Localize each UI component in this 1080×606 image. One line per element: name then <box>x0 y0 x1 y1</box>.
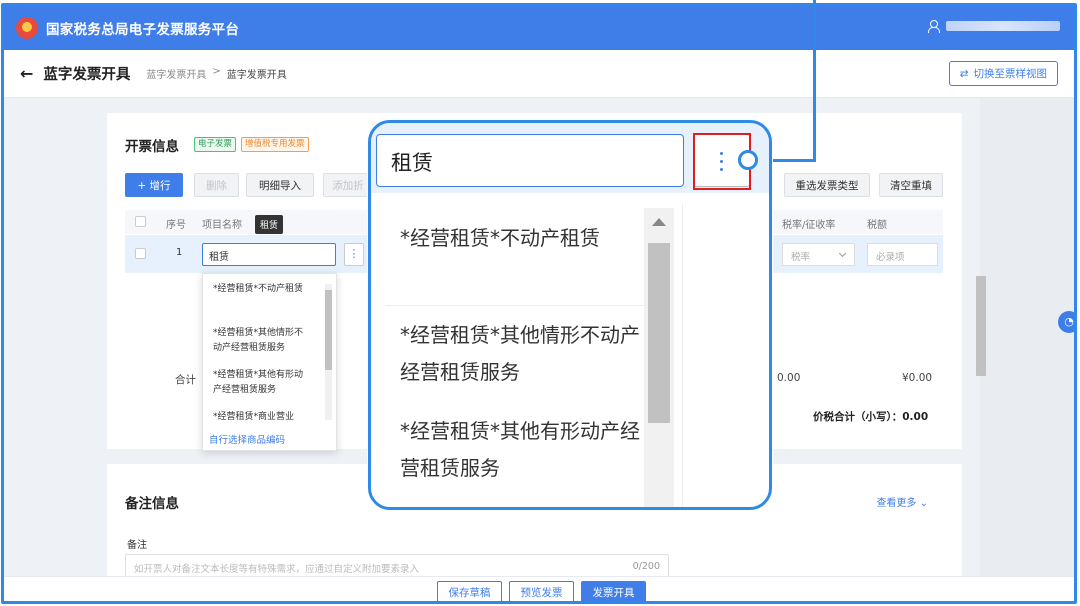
reselect-invoice-type-button[interactable]: 重选发票类型 <box>784 173 870 197</box>
page-scrollbar[interactable] <box>976 276 986 376</box>
total-label: 合计 <box>175 374 196 386</box>
col-seq: 序号 <box>166 220 186 231</box>
suggestion-item[interactable]: *经营租赁*商业营业 <box>213 410 311 425</box>
callout-pointer-dot <box>738 150 758 170</box>
breadcrumb-separator: > <box>212 66 221 77</box>
user-icon <box>928 20 940 33</box>
zoom-item-name-input[interactable]: 租赁 <box>376 134 684 187</box>
dropdown-scrollbar[interactable] <box>325 284 332 420</box>
remark-textarea[interactable]: 如开票人对备注文本长度等有特殊需求，应通过自定义附加要素录入 0/200 <box>125 554 669 578</box>
help-headset-icon[interactable]: ◔ <box>1058 311 1074 333</box>
tax-bureau-logo-icon <box>16 17 38 39</box>
row-checkbox[interactable] <box>135 248 146 259</box>
tag-e-invoice: 电子发票 <box>194 137 237 152</box>
user-name-blurred <box>946 21 1060 31</box>
breadcrumb-current: 蓝字发票开具 <box>226 70 287 81</box>
see-more-link[interactable]: 查看更多 ⌄ <box>876 494 928 509</box>
swap-icon: ⇄ <box>959 67 969 80</box>
back-arrow-icon[interactable]: ← <box>20 64 33 83</box>
suggestion-item[interactable]: *经营租赁*其他有形动产经营租赁服务 <box>213 368 311 398</box>
import-detail-button[interactable]: 明细导入 <box>246 173 314 197</box>
more-options-button[interactable]: ⋮ <box>344 243 364 266</box>
section-title: 开票信息 <box>125 139 179 155</box>
divider <box>385 305 645 306</box>
col-item-name: 项目名称 <box>202 220 242 231</box>
zoom-suggestion-dropdown: *经营租赁*不动产租赁 *经营租赁*其他情形不动产经营租赁服务 *经营租赁*其他… <box>375 203 683 507</box>
page-header: ← 蓝字发票开具 蓝字发票开具 > 蓝字发票开具 ⇄ 切换至票样视图 <box>4 50 1074 98</box>
col-tax-amount: 税额 <box>867 220 887 231</box>
callout-pointer-vertical <box>813 0 816 162</box>
suggestion-item[interactable]: *经营租赁*不动产租赁 <box>213 282 311 297</box>
save-draft-button[interactable]: 保存草稿 <box>437 581 502 601</box>
item-name-input[interactable]: 租赁 <box>202 243 336 266</box>
page-title: 蓝字发票开具 <box>43 67 131 83</box>
tax-amount-input[interactable]: 必录项 <box>867 243 938 266</box>
row-seq: 1 <box>176 247 183 258</box>
switch-view-label: 切换至票样视图 <box>973 68 1048 80</box>
add-row-button[interactable]: + 增行 <box>125 173 183 197</box>
zoom-suggestion-item[interactable]: *经营租赁*其他情形不动产经营租赁服务 <box>400 317 640 391</box>
right-gutter <box>980 98 1074 576</box>
clear-refill-button[interactable]: 清空重填 <box>879 173 943 197</box>
remark-placeholder: 如开票人对备注文本长度等有特殊需求，应通过自定义附加要素录入 <box>134 564 420 575</box>
item-name-tooltip: 租赁 <box>255 215 284 234</box>
item-suggestion-dropdown: *经营租赁*不动产租赁 *经营租赁*其他情形不动产经营租赁服务 *经营租赁*其他… <box>202 273 337 451</box>
issue-invoice-button[interactable]: 发票开具 <box>581 581 646 601</box>
scroll-up-arrow-icon <box>652 218 666 226</box>
remark-char-count: 0/200 <box>632 561 660 572</box>
zoom-dropdown-scrollbar[interactable] <box>644 208 674 507</box>
col-tax-rate: 税率/征收率 <box>782 220 836 231</box>
switch-view-button[interactable]: ⇄ 切换至票样视图 <box>948 61 1058 86</box>
preview-invoice-button[interactable]: 预览发票 <box>509 581 574 601</box>
suggestion-item[interactable]: *经营租赁*其他情形不动产经营租赁服务 <box>213 326 311 356</box>
grand-total: 价税合计（小写）：0.00 <box>813 411 929 423</box>
total-tax: ¥0.00 <box>902 372 933 384</box>
section-title: 备注信息 <box>125 496 179 512</box>
app-title: 国家税务总局电子发票服务平台 <box>46 22 240 38</box>
select-all-checkbox[interactable] <box>135 216 146 227</box>
add-discount-button[interactable]: 添加折 <box>323 173 373 197</box>
choose-code-link[interactable]: 自行选择商品编码 <box>209 432 285 446</box>
remark-label: 备注 <box>127 540 147 551</box>
footer-action-bar: 保存草稿 预览发票 发票开具 <box>4 576 1074 601</box>
tax-rate-select[interactable]: 税率 <box>782 243 855 266</box>
delete-button[interactable]: 删除 <box>194 173 239 197</box>
total-amount: 0.00 <box>777 372 801 384</box>
zoom-suggestion-item[interactable]: *经营租赁*其他有形动产经营租赁服务 <box>400 413 640 487</box>
zoom-suggestion-item[interactable]: *经营租赁*不动产租赁 <box>400 220 640 257</box>
top-bar: 国家税务总局电子发票服务平台 <box>4 6 1074 50</box>
breadcrumb-item[interactable]: 蓝字发票开具 <box>146 66 206 81</box>
tag-vat-special: 增值税专用发票 <box>241 137 309 152</box>
user-menu[interactable] <box>928 20 1060 33</box>
breadcrumb: 蓝字发票开具 > 蓝字发票开具 <box>146 66 286 81</box>
